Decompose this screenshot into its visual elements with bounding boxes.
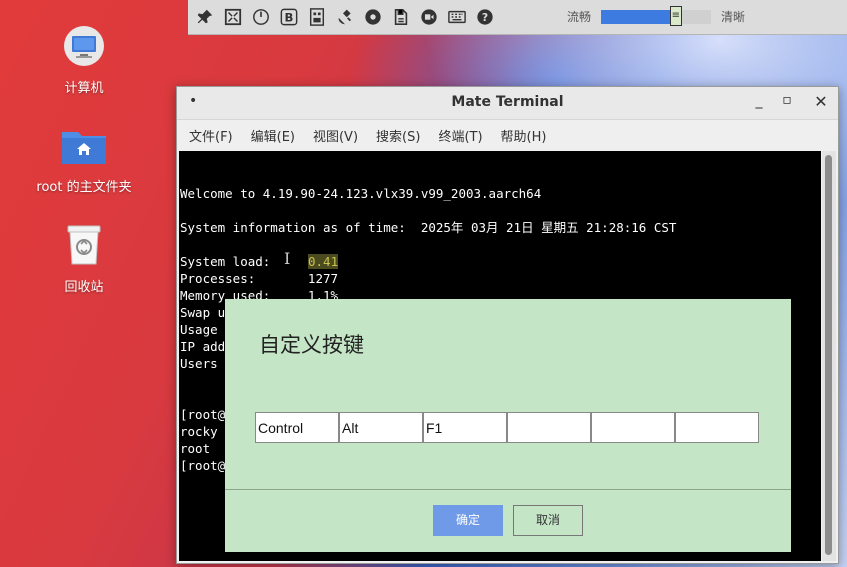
key-field-5[interactable] (591, 412, 675, 443)
console-line: System load: (180, 254, 271, 269)
usb-icon[interactable] (306, 6, 328, 28)
record-icon[interactable] (418, 6, 440, 28)
menu-help[interactable]: 帮助(H) (501, 126, 547, 145)
key-field-2[interactable]: Alt (339, 412, 423, 443)
quality-slider-thumb[interactable]: ≡ (669, 5, 682, 26)
custom-keys-dialog: 自定义按键 Control Alt F1 确定 取消 (225, 299, 791, 552)
fullscreen-icon[interactable] (222, 6, 244, 28)
menu-edit[interactable]: 编辑(E) (251, 126, 295, 145)
console-line: rocky (180, 424, 218, 439)
console-line: Welcome to 4.19.90-24.123.vlx39.v99_2003… (180, 186, 542, 201)
maximize-icon[interactable]: ▫ (778, 92, 796, 108)
desktop-icon-label: root 的主文件夹 (36, 180, 132, 195)
console-line: Usage (180, 322, 226, 337)
scrollbar-thumb[interactable] (825, 155, 832, 555)
power-icon[interactable] (250, 6, 272, 28)
vm-toolbar: B ? 流畅 ≡ 清晰 (188, 0, 847, 35)
home-folder-icon (34, 126, 134, 170)
terminal-menubar: 文件(F) 编辑(E) 视图(V) 搜索(S) 终端(T) 帮助(H) (177, 120, 838, 150)
desktop-icon-home-folder[interactable]: root 的主文件夹 (34, 126, 134, 195)
desktop-icon-label: 回收站 (64, 280, 104, 295)
menu-search[interactable]: 搜索(S) (376, 126, 420, 145)
confirm-button[interactable]: 确定 (433, 505, 503, 536)
keyboard-icon[interactable] (446, 6, 468, 28)
minimize-icon[interactable]: _ (750, 93, 768, 109)
terminal-titlebar[interactable]: • Mate Terminal _ ▫ ✕ (177, 87, 838, 120)
desktop-icon-computer[interactable]: 计算机 (34, 25, 134, 96)
console-line: root (180, 441, 211, 456)
key-fields: Control Alt F1 (255, 412, 759, 443)
dialog-divider (225, 489, 791, 490)
desktop-icon-trash[interactable]: 回收站 (34, 222, 134, 295)
console-line: Processes: 1277 (180, 271, 339, 286)
menu-view[interactable]: 视图(V) (313, 126, 358, 145)
console-line-highlight: 0.41 (308, 254, 339, 269)
console-line: IP add (180, 339, 226, 354)
close-icon[interactable]: ✕ (812, 92, 830, 111)
window-title: Mate Terminal (451, 94, 564, 110)
key-field-4[interactable] (507, 412, 591, 443)
quality-slider[interactable]: ≡ (601, 5, 712, 26)
pin-icon[interactable] (194, 6, 216, 28)
desktop-icon-label: 计算机 (64, 81, 104, 96)
key-field-3[interactable]: F1 (423, 412, 507, 443)
svg-text:?: ? (482, 11, 488, 24)
key-field-1[interactable]: Control (255, 412, 339, 443)
key-field-6[interactable] (675, 412, 759, 443)
terminal-scrollbar[interactable] (822, 151, 836, 561)
help-icon[interactable]: ? (474, 6, 496, 28)
save-icon[interactable] (390, 6, 412, 28)
cancel-button[interactable]: 取消 (513, 505, 583, 536)
svg-text:B: B (285, 11, 294, 25)
trash-icon (34, 222, 134, 270)
menu-terminal[interactable]: 终端(T) (438, 126, 482, 145)
dialog-title: 自定义按键 (259, 333, 364, 357)
console-line: Users (180, 356, 226, 371)
satellite-icon[interactable] (334, 6, 356, 28)
quality-slider-fill (601, 9, 676, 24)
quality-smooth-label: 流畅 (567, 10, 592, 24)
computer-icon (34, 25, 134, 71)
console-line: [root@ (180, 458, 226, 473)
menu-file[interactable]: 文件(F) (189, 126, 233, 145)
bold-b-icon[interactable]: B (278, 6, 300, 28)
console-line: Swap u (180, 305, 226, 320)
console-line: [root@ (180, 407, 226, 422)
quality-clear-label: 清晰 (721, 10, 746, 24)
console-line: System information as of time: 2025年 03月… (180, 220, 677, 235)
quality-control: 流畅 ≡ 清晰 (567, 5, 746, 26)
disc-icon[interactable] (362, 6, 384, 28)
text-cursor-icon: Ι (284, 249, 291, 268)
